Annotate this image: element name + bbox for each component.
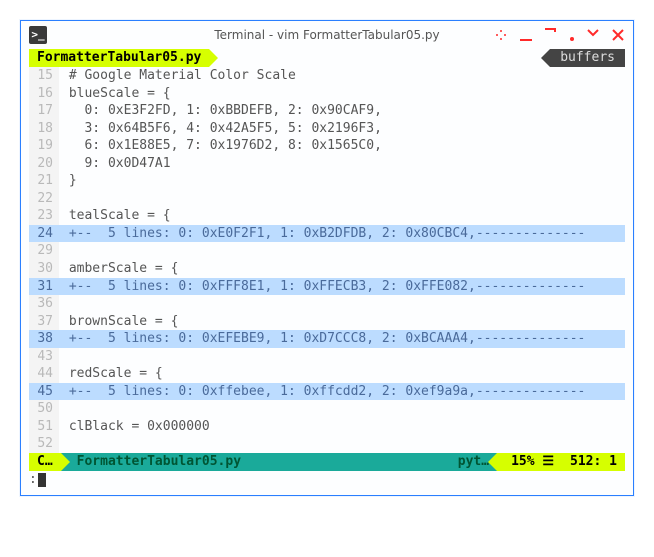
statusline-percent: 15% ☰ [497,453,562,471]
line-number: 31 [29,278,59,296]
keep-above-icon[interactable] [494,28,508,42]
code-line: 16 blueScale = { [29,85,625,103]
line-text [59,190,625,208]
fold-line[interactable]: 45 +-- 5 lines: 0: 0xffebee, 1: 0xffcdd2… [29,383,625,401]
line-number: 23 [29,207,59,225]
window-controls [494,28,625,42]
code-line: 52 [29,435,625,453]
cursor [38,473,46,487]
terminal-window: >_ Terminal - vim FormatterTabular05.py [20,20,634,496]
line-number: 44 [29,365,59,383]
line-number: 29 [29,242,59,260]
fold-line[interactable]: 24 +-- 5 lines: 0: 0xE0F2F1, 1: 0xB2DFDB… [29,225,625,243]
line-number: 18 [29,120,59,138]
line-number: 20 [29,155,59,173]
command-line[interactable]: : [29,471,625,489]
code-line: 19 6: 0x1E88E5, 7: 0x1976D2, 8: 0x1565C0… [29,137,625,155]
titlebar[interactable]: >_ Terminal - vim FormatterTabular05.py [21,21,633,49]
line-number: 22 [29,190,59,208]
line-text: redScale = { [59,365,625,383]
code-line: 17 0: 0xE3F2FD, 1: 0xBBDEFB, 2: 0x90CAF9… [29,102,625,120]
fold-line[interactable]: 38 +-- 5 lines: 0: 0xEFEBE9, 1: 0xD7CCC8… [29,330,625,348]
code-line: 29 [29,242,625,260]
line-text: 0: 0xE3F2FD, 1: 0xBBDEFB, 2: 0x90CAF9, [59,102,625,120]
buffer-tab-active[interactable]: FormatterTabular05.py [29,49,209,67]
code-line: 51 clBlack = 0x000000 [29,418,625,436]
terminal-app-icon: >_ [29,26,47,44]
line-number: 36 [29,295,59,313]
statusline: C… FormatterTabular05.py pyt… 15% ☰ 512:… [29,453,625,471]
line-text: +-- 5 lines: 0: 0xE0F2F1, 1: 0xB2DFDB, 2… [59,225,625,243]
line-number: 24 [29,225,59,243]
line-text: 6: 0x1E88E5, 7: 0x1976D2, 8: 0x1565C0, [59,137,625,155]
statusline-mode: C… [29,453,61,471]
line-number: 51 [29,418,59,436]
line-number: 21 [29,172,59,190]
line-text [59,242,625,260]
fold-line[interactable]: 31 +-- 5 lines: 0: 0xFFF8E1, 1: 0xFFECB3… [29,278,625,296]
line-text [59,400,625,418]
statusline-position: 512: 1 [562,453,625,471]
line-number: 17 [29,102,59,120]
line-text: tealScale = { [59,207,625,225]
code-line: 23 tealScale = { [29,207,625,225]
line-number: 37 [29,313,59,331]
code-line: 15 # Google Material Color Scale [29,67,625,85]
line-text: clBlack = 0x000000 [59,418,625,436]
code-line: 30 amberScale = { [29,260,625,278]
code-line: 36 [29,295,625,313]
code-line: 18 3: 0x64B5F6, 4: 0x42A5F5, 5: 0x2196F3… [29,120,625,138]
line-number: 50 [29,400,59,418]
line-text: +-- 5 lines: 0: 0xEFEBE9, 1: 0xD7CCC8, 2… [59,330,625,348]
statusline-file: FormatterTabular05.py [61,453,249,471]
maximise-icon[interactable] [544,28,558,42]
line-text: # Google Material Color Scale [59,67,625,85]
line-number: 15 [29,67,59,85]
line-text: +-- 5 lines: 0: 0xffebee, 1: 0xffcdd2, 2… [59,383,625,401]
code-line: 50 [29,400,625,418]
line-number: 38 [29,330,59,348]
line-number: 19 [29,137,59,155]
restore-icon[interactable] [586,28,600,42]
close-icon[interactable] [611,28,625,42]
code-line: 43 [29,348,625,366]
line-number: 45 [29,383,59,401]
dot-icon[interactable] [569,28,575,42]
line-text [59,435,625,453]
code-line: 37 brownScale = { [29,313,625,331]
line-number: 52 [29,435,59,453]
code-line: 21 } [29,172,625,190]
line-text: } [59,172,625,190]
editor-viewport[interactable]: 15 # Google Material Color Scale16 blueS… [29,67,625,453]
line-text: 3: 0x64B5F6, 4: 0x42A5F5, 5: 0x2196F3, [59,120,625,138]
line-text [59,348,625,366]
bufferline: FormatterTabular05.py buffers [29,49,625,67]
bufferline-right[interactable]: buffers [550,49,625,67]
command-prompt: : [29,471,37,489]
code-line: 20 9: 0x0D47A1 [29,155,625,173]
buffer-tab-label: FormatterTabular05.py [37,49,201,67]
line-text: 9: 0x0D47A1 [59,155,625,173]
code-line: 22 [29,190,625,208]
line-text [59,295,625,313]
line-text: brownScale = { [59,313,625,331]
line-text: +-- 5 lines: 0: 0xFFF8E1, 1: 0xFFECB3, 2… [59,278,625,296]
bufferline-right-label: buffers [560,49,615,67]
line-text: amberScale = { [59,260,625,278]
minimize-icon[interactable] [519,28,533,42]
code-line: 44 redScale = { [29,365,625,383]
line-number: 30 [29,260,59,278]
line-number: 43 [29,348,59,366]
line-number: 16 [29,85,59,103]
line-text: blueScale = { [59,85,625,103]
